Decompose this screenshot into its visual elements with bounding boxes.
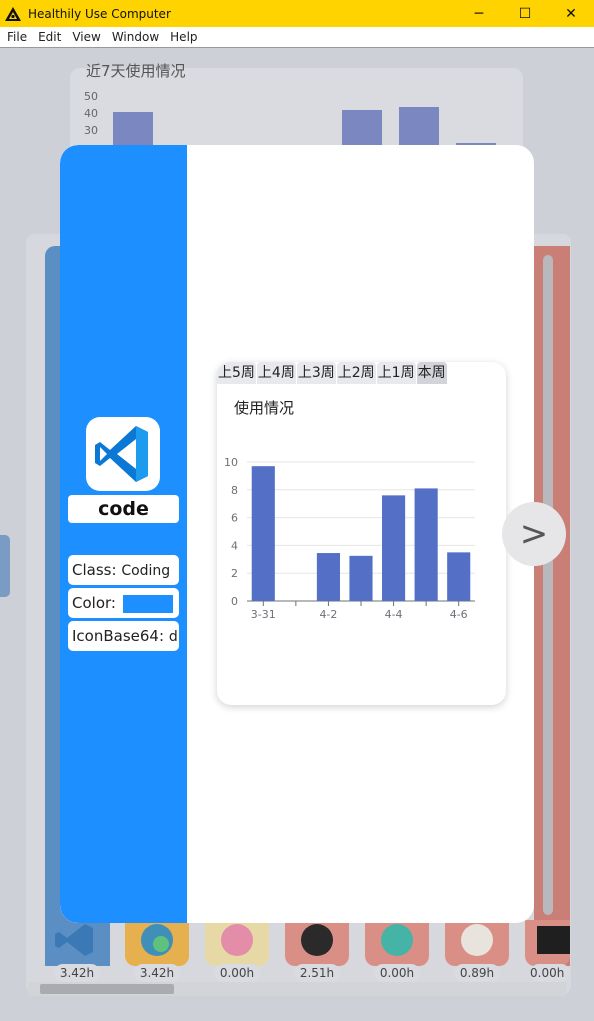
- tab-week-2[interactable]: 上2周: [336, 362, 376, 384]
- chart-bar: [447, 552, 471, 601]
- title-bar: Healthily Use Computer ─ ☐ ✕: [0, 0, 594, 27]
- x-tick-label: 4-4: [385, 608, 403, 621]
- bilibili-icon: [221, 924, 253, 956]
- tab-this-week[interactable]: 本周: [416, 362, 447, 384]
- app-usage-time: 0.00h: [530, 964, 570, 982]
- bg-ytick: 40: [84, 107, 98, 120]
- app-usage-time: 0.89h: [454, 964, 500, 982]
- app-usage-time: 0.00h: [214, 964, 260, 982]
- y-tick-label: 6: [231, 512, 238, 525]
- scrollbar-thumb[interactable]: [40, 984, 174, 994]
- maximize-button[interactable]: ☐: [502, 0, 548, 27]
- menu-view[interactable]: View: [72, 30, 100, 44]
- chart-bar: [251, 466, 275, 601]
- tab-week-4[interactable]: 上4周: [256, 362, 296, 384]
- chart-bar: [316, 553, 340, 601]
- menu-edit[interactable]: Edit: [38, 30, 61, 44]
- chart-title: 使用情况: [234, 399, 295, 417]
- app-tile-black-ops[interactable]: [525, 920, 570, 966]
- app-logo-icon: [5, 6, 21, 21]
- app-tile-call-of-duty[interactable]: [285, 920, 349, 966]
- vscode-icon: [95, 426, 148, 482]
- tab-week-5[interactable]: 上5周: [217, 362, 256, 384]
- menu-window[interactable]: Window: [112, 30, 159, 44]
- bg-vertical-scrollbar[interactable]: [543, 255, 553, 915]
- app-tile-vscode[interactable]: [45, 920, 109, 966]
- battlefield-icon: [381, 924, 413, 956]
- app-tile-genshin[interactable]: [445, 920, 509, 966]
- app-usage-time: 3.42h: [134, 964, 180, 982]
- bg-chart-title: 近7天使用情况: [86, 62, 186, 80]
- bg-ytick: 30: [84, 124, 98, 137]
- y-tick-label: 0: [231, 595, 238, 608]
- chart-bar: [382, 495, 406, 601]
- class-label: Class:: [72, 561, 117, 579]
- chart-bar: [414, 488, 438, 601]
- y-tick-label: 2: [231, 567, 238, 580]
- class-field: Class: Coding: [68, 555, 179, 585]
- chart-bar: [349, 555, 373, 601]
- vscode-icon: [55, 924, 93, 956]
- window-title: Healthily Use Computer: [28, 6, 171, 21]
- menu-help[interactable]: Help: [170, 30, 197, 44]
- main-content: 近7天使用情况 50 40 30 3.42h 3.42h 0.00h 2.51h…: [0, 48, 594, 1021]
- app-usage-time: 3.42h: [54, 964, 100, 982]
- y-tick-label: 8: [231, 484, 238, 497]
- minimize-button[interactable]: ─: [456, 0, 502, 27]
- week-tabs: 上5周 上4周 上3周 上2周 上1周 本周: [217, 362, 506, 384]
- usage-bar-chart: 0 2 4 6 8 10 3-31 4-2 4-4 4-6: [224, 456, 475, 621]
- horizontal-scrollbar[interactable]: [28, 982, 566, 996]
- app-name: code: [68, 495, 179, 523]
- genshin-icon: [461, 924, 493, 956]
- call-of-duty-icon: [301, 924, 333, 956]
- next-button[interactable]: >: [502, 502, 566, 566]
- x-tick-label: 4-2: [319, 608, 337, 621]
- app-usage-time: 0.00h: [374, 964, 420, 982]
- app-detail-sidebar: code Class: Coding Color: IconBase64: d: [60, 145, 187, 923]
- app-logo: [86, 417, 160, 491]
- class-value[interactable]: Coding: [121, 563, 170, 579]
- bg-ytick: 50: [84, 90, 98, 103]
- black-ops-icon: [537, 926, 570, 954]
- bg-chart-bar: [342, 110, 382, 150]
- iconbase64-value[interactable]: d: [169, 629, 178, 645]
- app-tile-edge[interactable]: [125, 920, 189, 966]
- menu-file[interactable]: File: [7, 30, 27, 44]
- iconbase64-label: IconBase64:: [72, 627, 165, 645]
- close-button[interactable]: ✕: [548, 0, 594, 27]
- bg-side-tab[interactable]: [0, 535, 10, 597]
- color-label: Color:: [72, 594, 116, 612]
- edge-icon: [141, 924, 173, 956]
- x-tick-label: 4-6: [450, 608, 468, 621]
- x-tick-label: 3-31: [251, 608, 276, 621]
- app-tile-battlefield[interactable]: [365, 920, 429, 966]
- tab-week-1[interactable]: 上1周: [376, 362, 416, 384]
- iconbase64-field: IconBase64: d: [68, 621, 179, 651]
- app-usage-time: 2.51h: [294, 964, 340, 982]
- bg-chart-bar: [399, 107, 439, 147]
- tab-week-3[interactable]: 上3周: [296, 362, 336, 384]
- y-tick-label: 4: [231, 539, 238, 552]
- app-detail-modal: code Class: Coding Color: IconBase64: d …: [60, 145, 534, 923]
- color-field: Color:: [68, 588, 179, 618]
- menu-bar: File Edit View Window Help: [0, 27, 594, 48]
- y-tick-label: 10: [224, 456, 238, 469]
- app-tile-bilibili[interactable]: [205, 920, 269, 966]
- color-swatch[interactable]: [122, 594, 173, 613]
- weekly-usage-card: 上5周 上4周 上3周 上2周 上1周 本周 使用情况 0 2 4 6 8 10 3-31 4…: [217, 362, 506, 705]
